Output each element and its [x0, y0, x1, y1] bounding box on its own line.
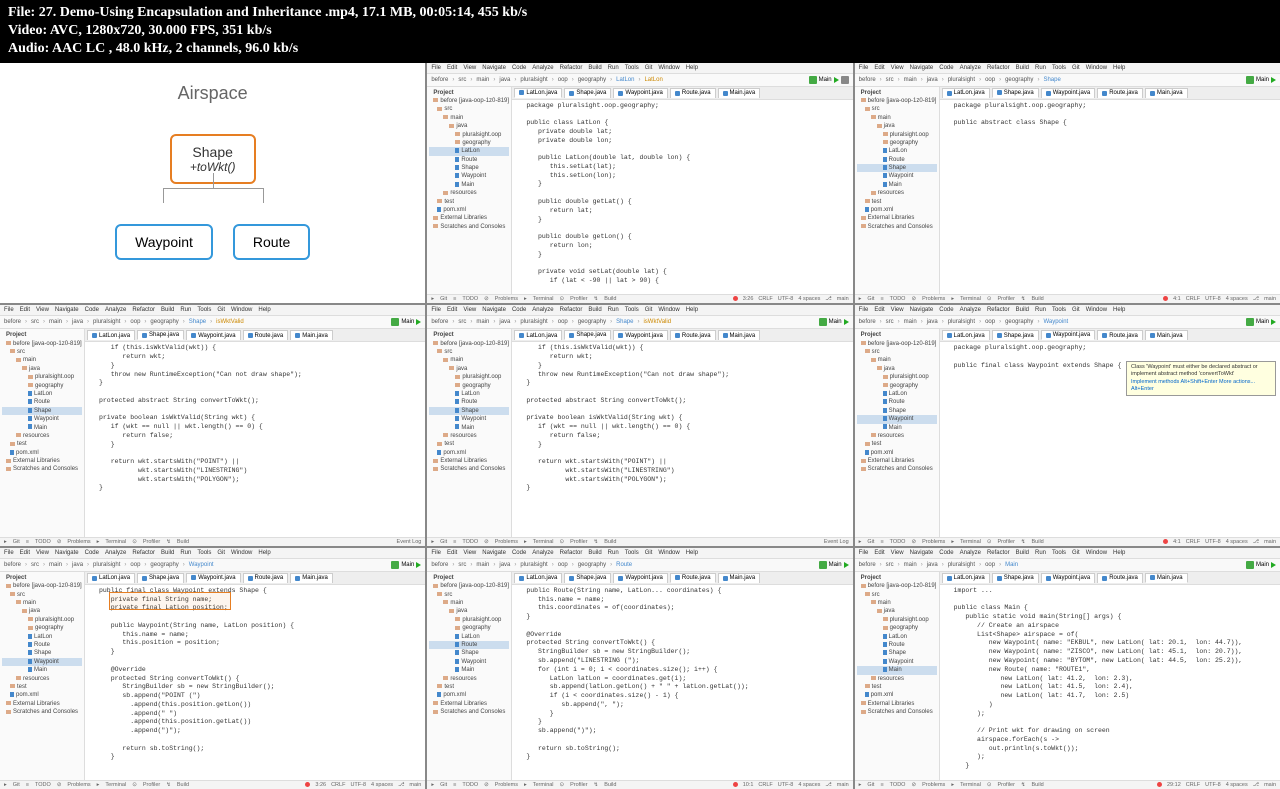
diagram-connector — [113, 173, 313, 213]
diagram-route-box: Route — [233, 224, 310, 260]
error-tooltip[interactable]: Class 'Waypoint' must either be declared… — [1126, 361, 1276, 395]
debug-icon[interactable] — [841, 76, 849, 84]
code-editor[interactable]: if (this.isWktValid(wkt)) { return wkt; … — [512, 342, 852, 537]
thumbnail-ide-route: FileEditViewNavigateCodeAnalyzeRefactorB… — [427, 548, 852, 789]
hammer-icon[interactable] — [391, 561, 399, 569]
run-icon[interactable] — [416, 319, 421, 325]
breadcrumb-bar: before›src›main›java›pluralsight›oop›geo… — [427, 559, 852, 572]
menubar[interactable]: FileEditViewNavigateCodeAnalyzeRefactorB… — [0, 548, 425, 559]
status-bar: ▸Git≡TODO⊘Problems▸Terminal⊙Profiler↯Bui… — [0, 537, 425, 546]
project-tree[interactable]: Project before [java-oop-1z0-819] src ma… — [855, 572, 940, 780]
menubar[interactable]: FileEditViewNavigateCodeAnalyzeRefactorB… — [427, 548, 852, 559]
run-icon[interactable] — [1271, 319, 1276, 325]
menubar[interactable]: FileEditViewNavigateCodeAnalyzeRefactorB… — [427, 63, 852, 74]
project-tree[interactable]: Project before [java-oop-1z0-819] src ma… — [855, 87, 940, 295]
editor-tabs[interactable]: LatLon.javaShape.javaWaypoint.javaRoute.… — [85, 329, 425, 342]
breadcrumb-bar: before›src›main›java›pluralsight›oop›Mai… — [855, 559, 1280, 572]
breadcrumb-bar: before›src›main›java›pluralsight›oop›geo… — [855, 74, 1280, 87]
editor-tabs[interactable]: LatLon.javaShape.javaWaypoint.javaRoute.… — [940, 329, 1280, 342]
run-icon[interactable] — [844, 562, 849, 568]
code-editor[interactable]: package pluralsight.oop.geography; publi… — [940, 100, 1280, 295]
diagram-waypoint-box: Waypoint — [115, 224, 213, 260]
hammer-icon[interactable] — [391, 318, 399, 326]
menubar[interactable]: FileEditViewNavigateCodeAnalyzeRefactorB… — [0, 305, 425, 316]
hammer-icon[interactable] — [819, 561, 827, 569]
run-icon[interactable] — [844, 319, 849, 325]
breadcrumb-bar: before›src›main›java›pluralsight›oop›geo… — [427, 316, 852, 329]
menubar[interactable]: FileEditViewNavigateCodeAnalyzeRefactorB… — [427, 305, 852, 316]
file-metadata-header: File: 27. Demo-Using Encapsulation and I… — [0, 0, 1280, 63]
editor-tabs[interactable]: LatLon.java Shape.java Waypoint.java Rou… — [512, 87, 852, 100]
hammer-icon[interactable] — [1246, 318, 1254, 326]
status-bar: ▸Git≡TODO⊘Problems▸Terminal⊙Profiler↯Bui… — [427, 537, 852, 546]
hammer-icon[interactable] — [819, 318, 827, 326]
thumbnail-ide-latlon: FileEditViewNavigateCodeAnalyzeRefactorB… — [427, 63, 852, 304]
run-icon[interactable] — [834, 77, 839, 83]
editor-tabs[interactable]: LatLon.javaShape.javaWaypoint.javaRoute.… — [85, 572, 425, 585]
thumbnail-diagram: Airspace Shape +toWkt() Waypoint Route — [0, 63, 425, 304]
menubar[interactable]: FileEditViewNavigateCodeAnalyzeRefactorB… — [855, 305, 1280, 316]
editor-tabs[interactable]: LatLon.javaShape.javaWaypoint.javaRoute.… — [512, 329, 852, 342]
thumbnail-ide-shape-validation-a: FileEditViewNavigateCodeAnalyzeRefactorB… — [0, 305, 425, 546]
menubar[interactable]: FileEditViewNavigateCodeAnalyzeRefactorB… — [855, 63, 1280, 74]
project-tree[interactable]: Project before [java-oop-1z0-819] src ma… — [427, 572, 512, 780]
breadcrumb-bar: before›src›main›java›pluralsight›oop›geo… — [0, 559, 425, 572]
project-tree[interactable]: Project before [java-oop-1z0-819] src ma… — [427, 87, 512, 295]
status-bar: ▸Git≡TODO⊘Problems▸Terminal⊙Profiler↯Bui… — [855, 294, 1280, 303]
thumbnail-ide-shape-validation-b: FileEditViewNavigateCodeAnalyzeRefactorB… — [427, 305, 852, 546]
project-tree[interactable]: Project before [java-oop-1z0-819] src ma… — [427, 329, 512, 537]
code-editor[interactable]: package pluralsight.oop.geography; publi… — [512, 100, 852, 295]
code-editor[interactable]: import ... public class Main { public st… — [940, 585, 1280, 780]
run-icon[interactable] — [416, 562, 421, 568]
status-bar: ▸Git≡TODO⊘Problems▸Terminal⊙Profiler↯Bui… — [0, 780, 425, 789]
editor-tabs[interactable]: LatLon.javaShape.javaWaypoint.javaRoute.… — [512, 572, 852, 585]
project-tree[interactable]: Project before [java-oop-1z0-819] src ma… — [0, 329, 85, 537]
diagram-title: Airspace — [178, 83, 248, 104]
code-editor[interactable]: public final class Waypoint extends Shap… — [85, 585, 425, 780]
thumbnail-ide-waypoint-filled: FileEditViewNavigateCodeAnalyzeRefactorB… — [0, 548, 425, 789]
thumbnail-grid: Airspace Shape +toWkt() Waypoint Route F… — [0, 63, 1280, 789]
menubar[interactable]: FileEditViewNavigateCodeAnalyzeRefactorB… — [855, 548, 1280, 559]
code-editor[interactable]: if (this.isWktValid(wkt)) { return wkt; … — [85, 342, 425, 537]
status-bar: ▸Git≡TODO⊘Problems▸Terminal⊙Profiler↯Bui… — [427, 294, 852, 303]
project-tree[interactable]: Project before [java-oop-1z0-819] src ma… — [855, 329, 940, 537]
status-bar: ▸Git≡TODO⊘Problems▸Terminal⊙Profiler↯Bui… — [855, 780, 1280, 789]
thumbnail-ide-main: FileEditViewNavigateCodeAnalyzeRefactorB… — [855, 548, 1280, 789]
hammer-icon[interactable] — [809, 76, 817, 84]
field-highlight — [109, 592, 231, 610]
breadcrumb-bar: before› src› main› java› pluralsight› oo… — [427, 74, 852, 87]
thumbnail-ide-shape: FileEditViewNavigateCodeAnalyzeRefactorB… — [855, 63, 1280, 304]
thumbnail-ide-waypoint-error: FileEditViewNavigateCodeAnalyzeRefactorB… — [855, 305, 1280, 546]
run-icon[interactable] — [1271, 562, 1276, 568]
hammer-icon[interactable] — [1246, 76, 1254, 84]
editor-tabs[interactable]: LatLon.java Shape.java Waypoint.java Rou… — [940, 87, 1280, 100]
status-bar: ▸Git≡TODO⊘Problems▸Terminal⊙Profiler↯Bui… — [427, 780, 852, 789]
editor-tabs[interactable]: LatLon.javaShape.javaWaypoint.javaRoute.… — [940, 572, 1280, 585]
status-bar: ▸Git≡TODO⊘Problems▸Terminal⊙Profiler↯Bui… — [855, 537, 1280, 546]
breadcrumb-bar: before›src›main›java›pluralsight›oop›geo… — [0, 316, 425, 329]
hammer-icon[interactable] — [1246, 561, 1254, 569]
code-editor[interactable]: public Route(String name, LatLon... coor… — [512, 585, 852, 780]
run-icon[interactable] — [1271, 77, 1276, 83]
breadcrumb-bar: before›src›main›java›pluralsight›oop›geo… — [855, 316, 1280, 329]
project-tree[interactable]: Project before [java-oop-1z0-819] src ma… — [0, 572, 85, 780]
